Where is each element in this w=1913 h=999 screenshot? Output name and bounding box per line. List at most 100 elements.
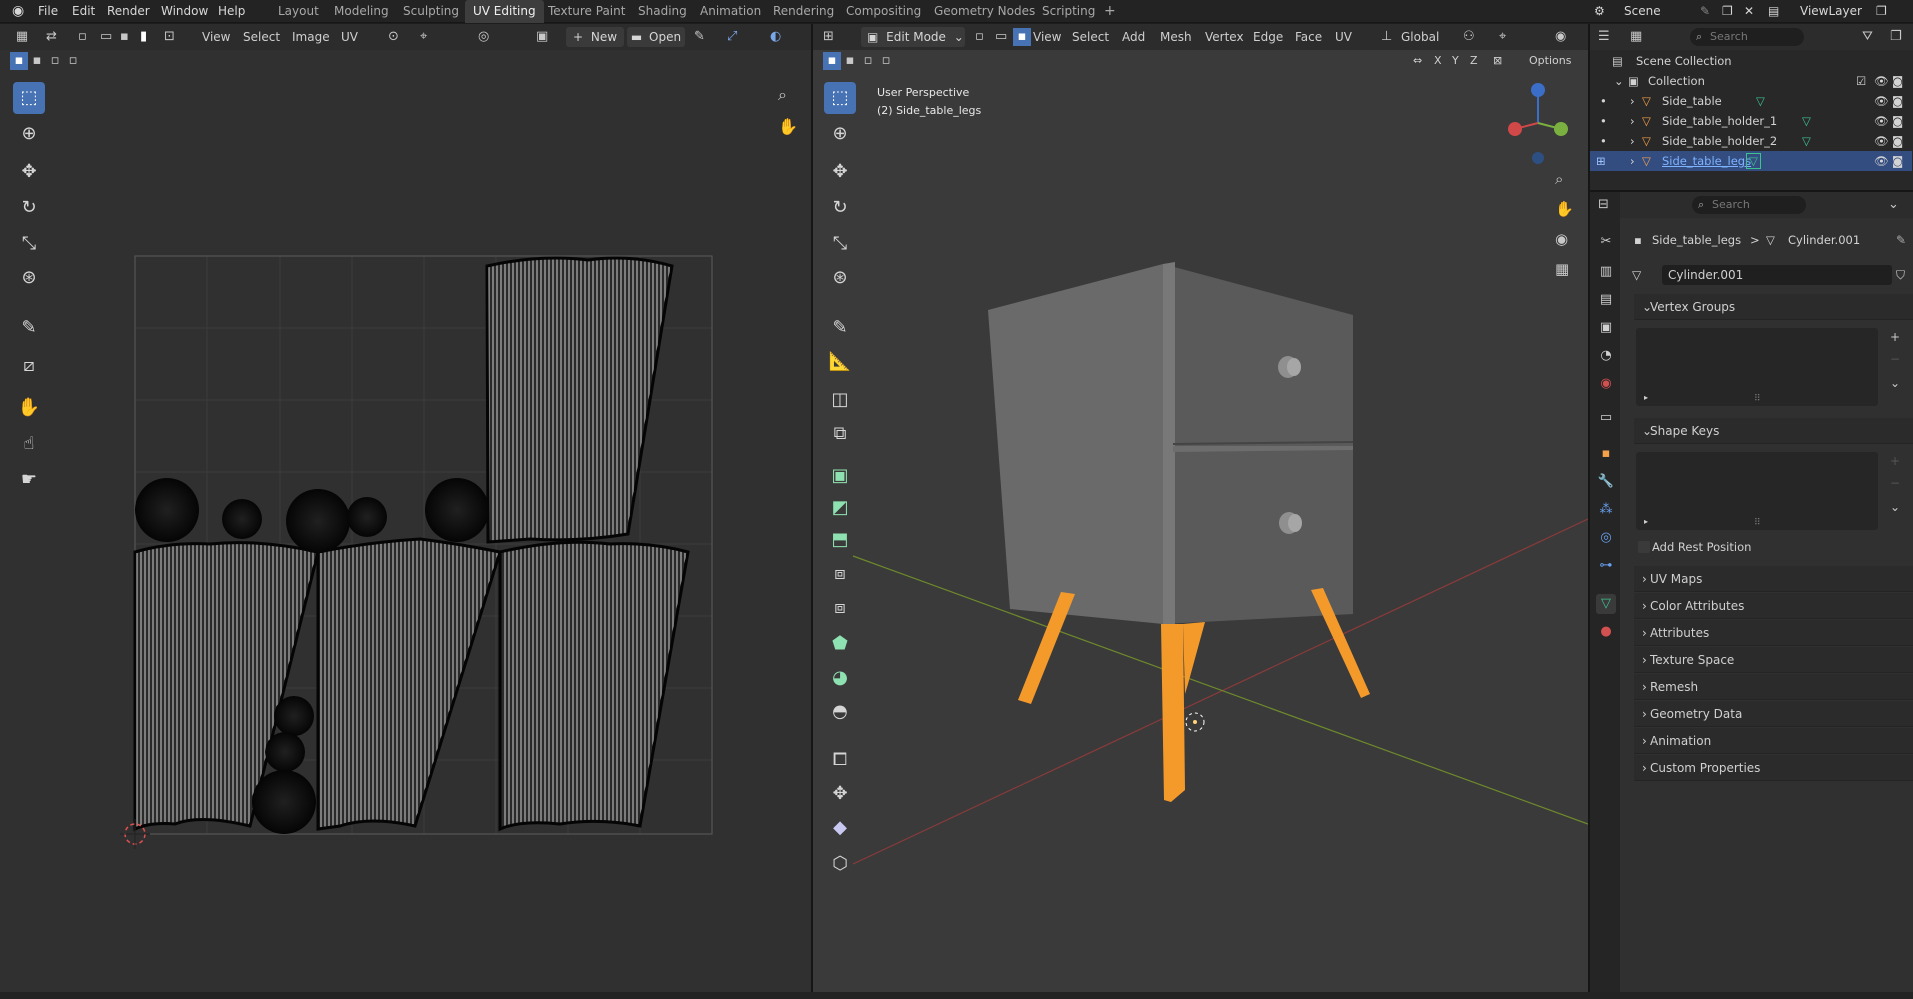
particles-tab-icon[interactable]: ⁂ — [1596, 500, 1616, 520]
panel-color-attributes[interactable]: › Color Attributes — [1634, 593, 1913, 619]
filter-icon[interactable]: ⛛ — [1862, 28, 1873, 46]
world-tab-icon[interactable]: ◉ — [1596, 374, 1616, 394]
viewlayer-name[interactable]: ViewLayer — [1800, 0, 1862, 23]
panel-animation[interactable]: › Animation — [1634, 728, 1913, 754]
mode-dropdown[interactable]: ▣ Edit Mode ⌄ — [861, 27, 965, 47]
new-collection-icon[interactable]: ❐ — [1890, 28, 1902, 46]
scene-tab-icon[interactable]: ◔ — [1596, 346, 1616, 366]
material-tab-icon[interactable]: ● — [1596, 622, 1616, 642]
physics-tab-icon[interactable]: ◎ — [1596, 528, 1616, 548]
eye-icon[interactable]: 👁 — [1874, 151, 1889, 171]
shape-keys-list[interactable]: ▸ ⠿ — [1636, 452, 1878, 530]
vertex-mode-icon[interactable]: ▫ — [975, 28, 984, 46]
mirror-icon[interactable]: ⇔ — [1413, 52, 1422, 70]
tab-shading[interactable]: Shading — [638, 0, 687, 23]
shape-key-specials-icon[interactable]: ⌄ — [1890, 500, 1900, 514]
menu-view-3d[interactable]: View — [1033, 24, 1061, 50]
face-select-icon[interactable]: ▪ — [120, 28, 129, 46]
menu-face[interactable]: Face — [1295, 24, 1322, 50]
outliner-search[interactable]: ⌕ Search — [1690, 28, 1804, 46]
display-mode-icon[interactable]: ▦ — [1630, 28, 1642, 46]
camera-icon[interactable]: ◙ — [1892, 131, 1903, 151]
vertex-select-icon[interactable]: ▫ — [78, 28, 87, 46]
viewlayer-icon[interactable]: ▤ — [1768, 0, 1779, 23]
select-subtract-icon[interactable]: ▫ — [46, 52, 64, 70]
panel-geometry-data[interactable]: › Geometry Data — [1634, 701, 1913, 727]
object-tab-icon[interactable]: ▪ — [1596, 444, 1616, 464]
select-invert-icon[interactable]: ▫ — [64, 52, 82, 70]
select-extend-3d-icon[interactable]: ▪ — [841, 52, 859, 70]
vertex-group-specials-icon[interactable]: ⌄ — [1890, 376, 1900, 390]
panel-shape-keys[interactable]: ⌄ Shape Keys — [1634, 418, 1913, 444]
edge-mode-icon[interactable]: ▭ — [995, 28, 1007, 46]
remove-vertex-group-icon[interactable]: − — [1890, 352, 1900, 366]
snap-3d-icon[interactable]: ⌖ — [1499, 28, 1506, 46]
fake-user-shield-icon[interactable]: ⛉ — [1896, 264, 1905, 286]
pin-properties-icon[interactable]: ✎ — [1896, 230, 1906, 250]
outliner-editor-type-icon[interactable]: ☰ — [1598, 28, 1610, 46]
outliner-item-side-table-holder-2[interactable]: • › ▽ Side_table_holder_2 ▽ 👁 ◙ — [1590, 131, 1912, 151]
outliner-item-side-table[interactable]: • › ▽ Side_table ▽ 👁 ◙ — [1590, 91, 1912, 111]
properties-search[interactable]: ⌕ Search — [1692, 196, 1806, 214]
orientation-dropdown[interactable]: Global — [1401, 24, 1439, 50]
tab-texture-paint[interactable]: Texture Paint — [548, 0, 625, 23]
collection-checkbox-icon[interactable]: ☑ — [1856, 71, 1866, 91]
menu-select-uv[interactable]: Select — [243, 24, 280, 50]
tab-layout[interactable]: Layout — [278, 0, 319, 23]
sync-selection-icon[interactable]: ⇄ — [46, 28, 57, 46]
pivot-3d-icon[interactable]: ⚇ — [1463, 28, 1475, 46]
panel-uv-maps[interactable]: › UV Maps — [1634, 566, 1913, 592]
collection-tab-icon[interactable]: ▭ — [1596, 408, 1616, 428]
list-resize-handle-icon[interactable]: ⠿ — [1754, 394, 1761, 404]
tab-sculpting[interactable]: Sculpting — [403, 0, 459, 23]
mirror-y-toggle[interactable]: Y — [1449, 52, 1462, 70]
editor-type-icon[interactable]: ▦ — [10, 28, 34, 46]
add-rest-position-checkbox[interactable] — [1638, 541, 1650, 553]
menu-view-uv[interactable]: View — [202, 24, 230, 50]
vertex-groups-list[interactable]: ▸ ⠿ — [1636, 328, 1878, 406]
proportional-3d-icon[interactable]: ◉ — [1555, 28, 1566, 46]
panel-custom-properties[interactable]: › Custom Properties — [1634, 755, 1913, 781]
menu-uv-3d[interactable]: UV — [1335, 24, 1352, 50]
menu-image[interactable]: Image — [292, 24, 330, 50]
menu-render[interactable]: Render — [107, 0, 150, 23]
sticky-select-icon[interactable]: ⊡ — [164, 28, 175, 46]
remove-shape-key-icon[interactable]: − — [1890, 476, 1900, 490]
options-dropdown[interactable]: Options — [1523, 53, 1578, 68]
collection-camera-icon[interactable]: ◙ — [1892, 71, 1903, 91]
tab-geometry-nodes[interactable]: Geometry Nodes — [934, 0, 1035, 23]
mirror-z-toggle[interactable]: Z — [1467, 52, 1481, 70]
outliner-item-side-table-holder-1[interactable]: • › ▽ Side_table_holder_1 ▽ 👁 ◙ — [1590, 111, 1912, 131]
uv-display-icon[interactable]: ⤢ — [727, 28, 737, 46]
list-expand-icon[interactable]: ▸ — [1644, 393, 1648, 402]
outliner-item-side-table-legs[interactable]: ⊞ › ▽ Side_table_legs ▽ 👁 ◙ — [1590, 151, 1912, 171]
outliner-collection[interactable]: ⌄ ▣ Collection ☑ 👁 ◙ — [1590, 71, 1912, 91]
menu-help[interactable]: Help — [218, 0, 245, 23]
menu-mesh[interactable]: Mesh — [1160, 24, 1192, 50]
blender-logo-icon[interactable]: ◉ — [12, 0, 24, 23]
menu-file[interactable]: File — [38, 0, 58, 23]
properties-options-icon[interactable]: ⌄ — [1888, 196, 1899, 214]
overlay-icon[interactable]: ◐ — [770, 28, 781, 46]
select-new-3d-icon[interactable]: ▪ — [823, 52, 841, 70]
camera-icon[interactable]: ◙ — [1892, 111, 1903, 131]
3d-scene[interactable] — [813, 94, 1588, 994]
auto-merge-icon[interactable]: ⊠ — [1493, 52, 1502, 70]
eye-icon[interactable]: 👁 — [1874, 91, 1889, 111]
menu-uv[interactable]: UV — [341, 24, 358, 50]
collection-eye-icon[interactable]: 👁 — [1874, 71, 1889, 91]
properties-editor-type-icon[interactable]: ⊟ — [1598, 196, 1609, 214]
edge-select-icon[interactable]: ▭ — [100, 28, 112, 46]
render-tab-icon[interactable]: ▥ — [1596, 262, 1616, 282]
menu-select-3d[interactable]: Select — [1072, 24, 1109, 50]
tab-modeling[interactable]: Modeling — [334, 0, 389, 23]
mesh-datablock-field[interactable]: ▽ Cylinder.001 ⛉ — [1630, 264, 1910, 286]
new-image-button[interactable]: + New — [566, 27, 624, 47]
modifier-tab-icon[interactable]: 🔧 — [1596, 472, 1616, 492]
face-mode-icon[interactable]: ▪ — [1013, 28, 1031, 46]
panel-remesh[interactable]: › Remesh — [1634, 674, 1913, 700]
select-subtract-3d-icon[interactable]: ▫ — [859, 52, 877, 70]
camera-icon[interactable]: ◙ — [1892, 151, 1903, 171]
tab-scripting[interactable]: Scripting — [1042, 0, 1095, 23]
island-select-icon[interactable]: ▮ — [140, 28, 147, 46]
